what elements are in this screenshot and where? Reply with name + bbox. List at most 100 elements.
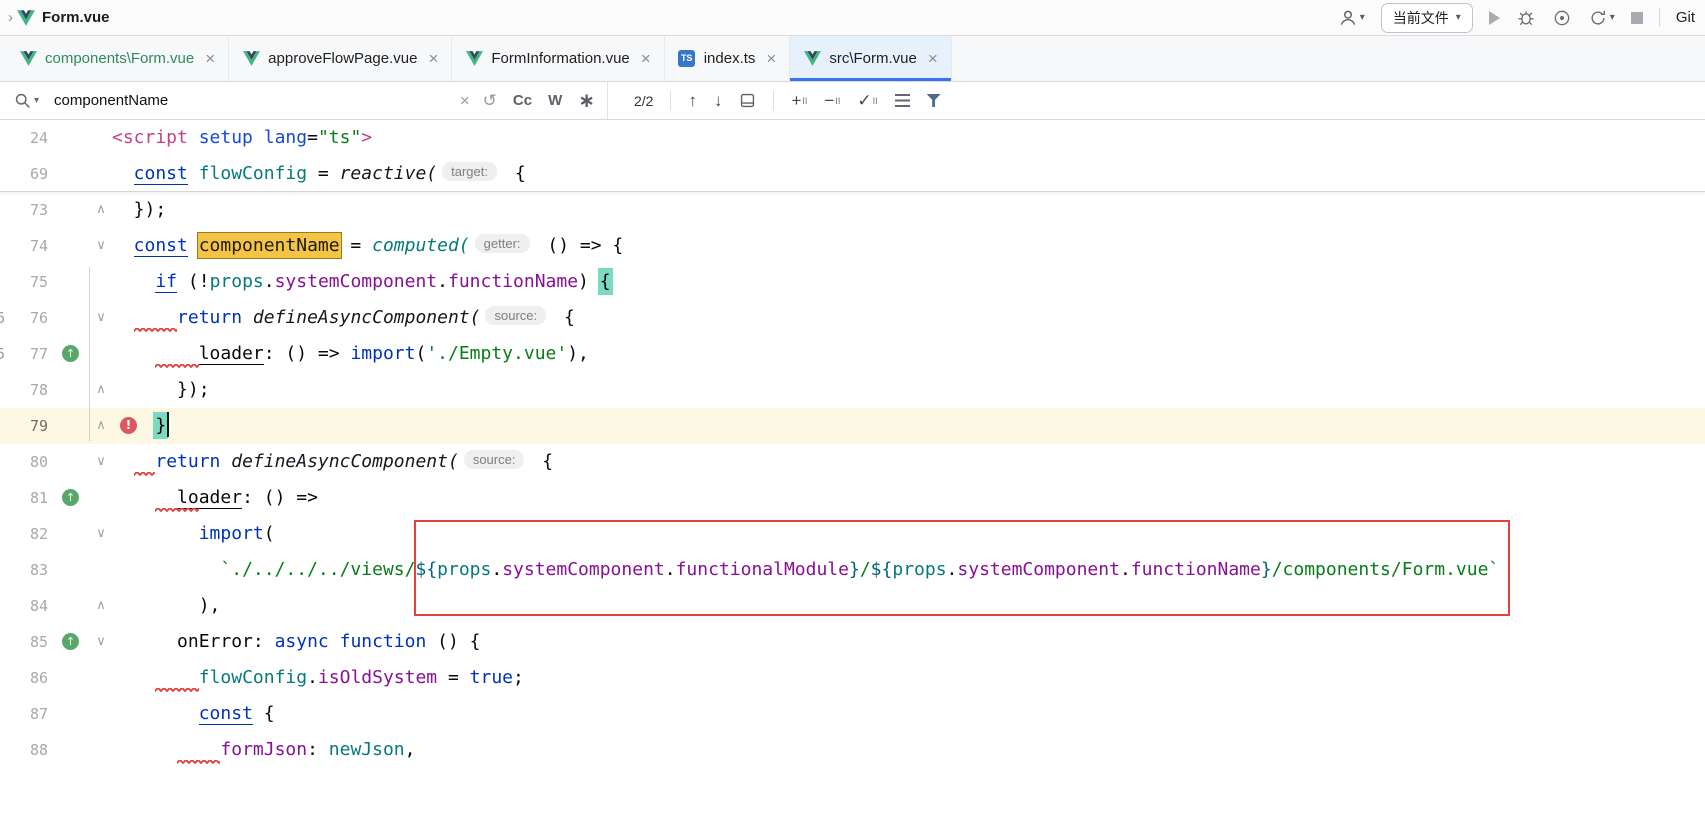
line-number[interactable]: 77: [0, 336, 48, 372]
search-history-chevron-icon[interactable]: ▾: [34, 95, 39, 106]
line-number[interactable]: 73: [0, 192, 48, 228]
code-text[interactable]: `./../../../views/${props.systemComponen…: [112, 552, 1705, 588]
line-number[interactable]: 85: [0, 624, 48, 660]
line-number[interactable]: 24: [0, 120, 48, 156]
code-line-83[interactable]: 83 `./../../../views/${props.systemCompon…: [0, 552, 1705, 588]
nav-chevron-icon[interactable]: ›: [8, 9, 13, 26]
code-line-81[interactable]: 81 ↑ loader: () =>: [0, 480, 1705, 516]
fold-marker-icon[interactable]: ∨: [92, 624, 110, 660]
code-text[interactable]: const flowConfig = reactive(target: {: [112, 156, 1705, 192]
tab-components-form-vue[interactable]: components\Form.vue×: [6, 36, 229, 81]
code-line-75[interactable]: 75 if (!props.systemComponent.functionNam…: [0, 264, 1705, 300]
filter-results-button[interactable]: [927, 94, 941, 107]
code-line-88[interactable]: 88 formJson: newJson,: [0, 732, 1705, 768]
regex-toggle[interactable]: ∗: [578, 88, 595, 113]
run-button[interactable]: [1489, 11, 1500, 25]
remove-occurrence-button[interactable]: −II: [824, 91, 840, 111]
code-text[interactable]: loader: () => import('./Empty.vue'),: [112, 336, 1705, 372]
run-config-selector[interactable]: 当前文件 ▾: [1381, 3, 1473, 33]
code-line-84[interactable]: 84 ∧),: [0, 588, 1705, 624]
tab-src-form-vue[interactable]: src\Form.vue×: [790, 36, 951, 81]
tab-close-icon[interactable]: ×: [205, 49, 215, 69]
line-number[interactable]: 88: [0, 732, 48, 768]
code-line-82[interactable]: 82 ∨import(: [0, 516, 1705, 552]
line-number[interactable]: 81: [0, 480, 48, 516]
code-line-74[interactable]: 74 ∨const componentName = computed(getter…: [0, 228, 1705, 264]
search-query[interactable]: componentName: [54, 92, 168, 109]
stop-button[interactable]: [1631, 12, 1643, 24]
fold-marker-icon[interactable]: ∨: [92, 444, 110, 480]
open-in-find-window-button[interactable]: [739, 92, 756, 109]
tab-close-icon[interactable]: ×: [766, 49, 776, 69]
editor[interactable]: 24 <script setup lang="ts"> 69 const flowCo…: [0, 120, 1705, 820]
fold-marker-icon[interactable]: ∧: [92, 408, 110, 444]
code-line-80[interactable]: 80 ∨return defineAsyncComponent(source: {: [0, 444, 1705, 480]
code-text[interactable]: if (!props.systemComponent.functionName)…: [112, 264, 1705, 300]
select-all-occurrences-button[interactable]: ✓II: [857, 91, 877, 111]
search-icon[interactable]: [14, 92, 31, 109]
gutter-implement-icon[interactable]: ↑: [62, 345, 79, 362]
code-text[interactable]: import(: [112, 516, 1705, 552]
add-occurrence-button[interactable]: +II: [791, 91, 807, 111]
line-number[interactable]: 75: [0, 264, 48, 300]
clear-search-icon[interactable]: ×: [460, 91, 470, 111]
tab-close-icon[interactable]: ×: [928, 49, 938, 69]
code-line-24[interactable]: 24 <script setup lang="ts">: [0, 120, 1705, 156]
line-number[interactable]: 86: [0, 660, 48, 696]
code-line-79[interactable]: 79 ∧!}: [0, 408, 1705, 444]
gutter-implement-icon[interactable]: ↑: [62, 633, 79, 650]
code-text[interactable]: return defineAsyncComponent(source: {: [112, 300, 1705, 336]
search-field[interactable]: ▾ componentName × ↺ Cc W ∗: [0, 82, 608, 119]
code-line-78[interactable]: 78 ∧});: [0, 372, 1705, 408]
line-number[interactable]: 74: [0, 228, 48, 264]
code-text[interactable]: flowConfig.isOldSystem = true;: [112, 660, 1705, 696]
fold-marker-icon[interactable]: ∨: [92, 516, 110, 552]
code-line-86[interactable]: 86 flowConfig.isOldSystem = true;: [0, 660, 1705, 696]
coverage-button[interactable]: [1552, 8, 1572, 28]
tab-close-icon[interactable]: ×: [641, 49, 651, 69]
fold-marker-icon[interactable]: ∨: [92, 300, 110, 336]
line-number[interactable]: 87: [0, 696, 48, 732]
code-text[interactable]: loader: () =>: [112, 480, 1705, 516]
code-line-73[interactable]: 73 ∧});: [0, 192, 1705, 228]
git-widget[interactable]: Git: [1676, 9, 1695, 26]
code-line-76[interactable]: 76 ∨return defineAsyncComponent(source: {: [0, 300, 1705, 336]
error-icon[interactable]: !: [120, 417, 137, 434]
tab-index-ts[interactable]: TSindex.ts×: [665, 36, 791, 81]
tab-close-icon[interactable]: ×: [428, 49, 438, 69]
fold-marker-icon[interactable]: ∧: [92, 588, 110, 624]
code-line-77[interactable]: 77 ↑ loader: () => import('./Empty.vue'),: [0, 336, 1705, 372]
line-number[interactable]: 78: [0, 372, 48, 408]
code-text[interactable]: <script setup lang="ts">: [112, 120, 1705, 156]
user-account-button[interactable]: ▾: [1338, 8, 1365, 28]
line-number[interactable]: 84: [0, 588, 48, 624]
code-line-87[interactable]: 87const {: [0, 696, 1705, 732]
fold-marker-icon[interactable]: ∨: [92, 228, 110, 264]
code-text[interactable]: });: [112, 372, 1705, 408]
code-text[interactable]: const componentName = computed(getter: (…: [112, 228, 1705, 264]
code-text[interactable]: }: [112, 408, 1705, 444]
line-number[interactable]: 76: [0, 300, 48, 336]
fold-marker-icon[interactable]: ∧: [92, 372, 110, 408]
code-text[interactable]: });: [112, 192, 1705, 228]
search-options-button[interactable]: [895, 94, 910, 107]
previous-match-button[interactable]: ↑: [688, 91, 697, 111]
code-text[interactable]: return defineAsyncComponent(source: {: [112, 444, 1705, 480]
code-text[interactable]: formJson: newJson,: [112, 732, 1705, 768]
line-number[interactable]: 79: [0, 408, 48, 444]
code-line-69[interactable]: 69 const flowConfig = reactive(target: {: [0, 156, 1705, 192]
line-number[interactable]: 69: [0, 156, 48, 192]
line-number[interactable]: 82: [0, 516, 48, 552]
whole-words-toggle[interactable]: W: [548, 92, 562, 109]
new-search-icon[interactable]: ↺: [483, 91, 497, 111]
code-text[interactable]: ),: [112, 588, 1705, 624]
tab-approveflowpage-vue[interactable]: approveFlowPage.vue×: [229, 36, 452, 81]
line-number[interactable]: 83: [0, 552, 48, 588]
debug-button[interactable]: [1516, 8, 1536, 28]
gutter-implement-icon[interactable]: ↑: [62, 489, 79, 506]
next-match-button[interactable]: ↓: [714, 91, 723, 111]
fold-marker-icon[interactable]: ∧: [92, 192, 110, 228]
code-text[interactable]: onError: async function () {: [112, 624, 1705, 660]
code-line-85[interactable]: 85 ↑ ∨onError: async function () {: [0, 624, 1705, 660]
line-number[interactable]: 80: [0, 444, 48, 480]
